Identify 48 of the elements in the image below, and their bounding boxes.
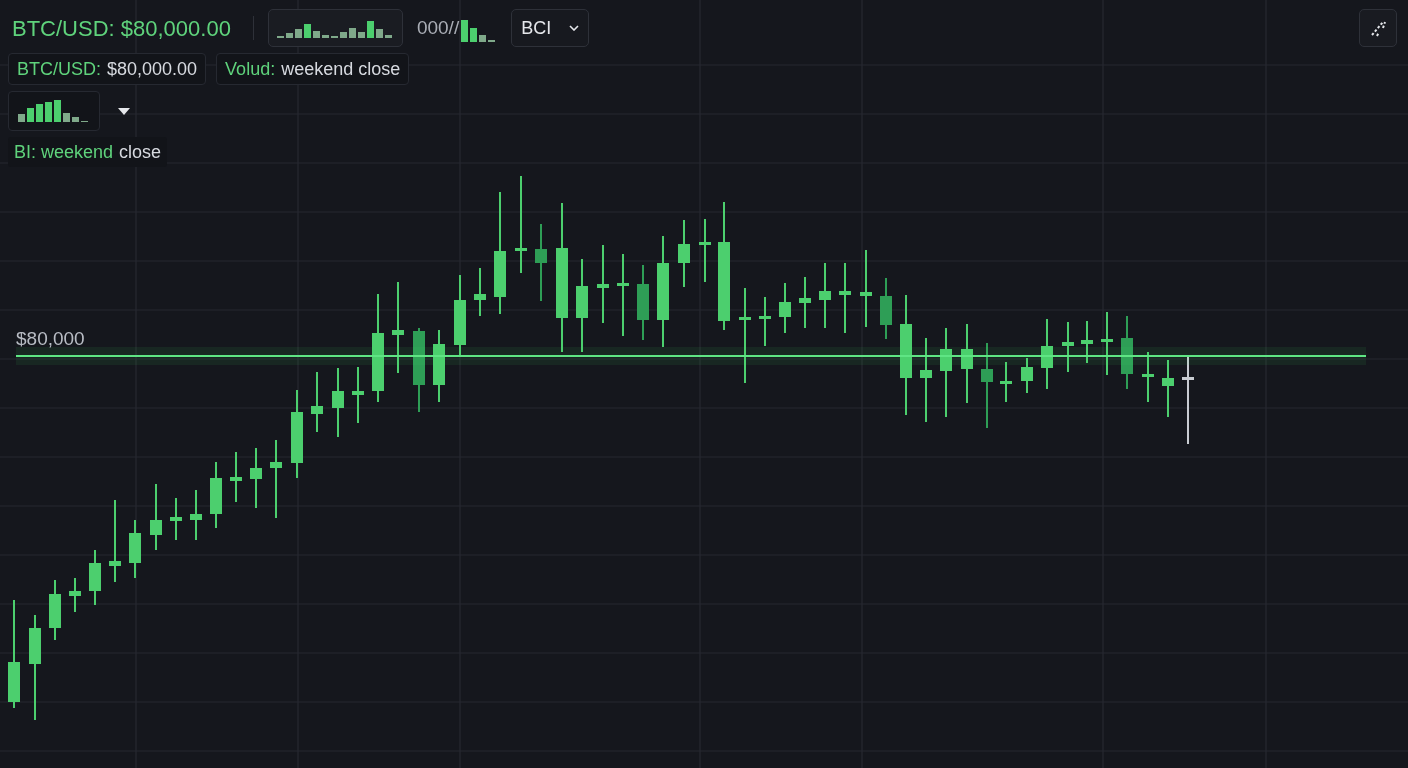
chart-type-button[interactable] — [267, 9, 403, 47]
candle — [474, 267, 486, 317]
candle — [69, 577, 81, 613]
drawing-tool-button[interactable] — [1359, 9, 1397, 47]
chip-value: weekend close — [281, 57, 401, 81]
candle — [170, 497, 182, 541]
candle — [250, 447, 262, 509]
candle — [49, 579, 61, 641]
candle — [210, 461, 222, 529]
chip-value: $80,000.00 — [107, 57, 198, 81]
price-line-label: $80,000 — [16, 327, 85, 351]
pair-price: BTC/USD: $80,000.00 — [12, 14, 231, 43]
candle — [880, 277, 892, 340]
candle — [779, 282, 791, 334]
candle — [1021, 357, 1033, 394]
candle — [150, 483, 162, 551]
caret-icon — [569, 25, 580, 31]
note-text: close — [119, 140, 162, 164]
candle — [129, 519, 141, 579]
candle — [699, 218, 711, 283]
candle — [759, 296, 771, 347]
volume-bars-icon — [18, 100, 90, 122]
counter-label: 000// — [416, 15, 460, 40]
candle — [190, 489, 202, 541]
caret-icon — [118, 107, 130, 115]
chip-label: BTC/USD: — [17, 57, 101, 81]
candle — [819, 262, 831, 329]
note-highlight: BI: weekend — [14, 140, 114, 164]
candle — [1041, 318, 1053, 390]
volume-button[interactable] — [8, 91, 100, 131]
candle — [678, 219, 690, 288]
candle — [230, 451, 242, 503]
candle — [1000, 361, 1012, 403]
candle — [89, 549, 101, 606]
chip-label: Volud: — [225, 57, 276, 81]
candle — [1062, 321, 1074, 373]
candle — [799, 276, 811, 329]
candle — [1162, 359, 1174, 418]
candle — [1101, 311, 1113, 376]
symbol-select[interactable]: BCI — [511, 9, 590, 47]
candle — [839, 262, 851, 334]
candle — [352, 366, 364, 424]
candle — [311, 371, 323, 433]
dashed-line-icon — [1369, 19, 1387, 37]
candle — [332, 367, 344, 438]
bar-icon — [461, 20, 498, 43]
candle — [1142, 351, 1154, 403]
candle — [1081, 320, 1093, 364]
